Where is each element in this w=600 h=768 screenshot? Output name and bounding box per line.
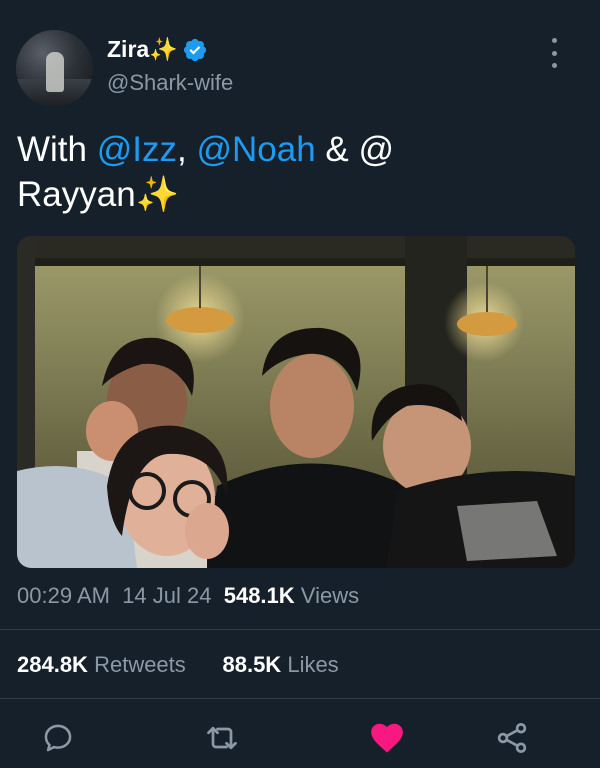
more-options-icon[interactable] (547, 38, 561, 68)
tweet-meta: 00:29 AM 14 Jul 24 548.1K Views (17, 583, 359, 609)
author-display-name[interactable]: Zira (107, 36, 149, 63)
likes-count: 88.5K (222, 652, 282, 677)
tweet-text-line-2: Rayyan (17, 175, 136, 214)
action-bar (0, 716, 600, 760)
heart-filled-icon (371, 723, 403, 753)
like-button[interactable] (367, 718, 407, 758)
share-icon (497, 723, 527, 753)
verified-badge-icon (183, 38, 206, 61)
divider (0, 629, 600, 630)
views-count: 548.1K (223, 583, 295, 608)
sparkles-emoji: ✨ (135, 175, 180, 214)
avatar[interactable] (16, 30, 93, 107)
likes-stat[interactable]: 88.5K Likes (222, 652, 338, 677)
retweets-stat[interactable]: 284.8K Retweets (17, 652, 186, 677)
share-button[interactable] (492, 718, 532, 758)
author-name-row[interactable]: Zira ✨ (107, 36, 208, 63)
tweet-text-sep-2: & @ (315, 130, 394, 169)
avatar-figure (46, 52, 64, 92)
reply-icon (44, 724, 72, 752)
retweet-icon (207, 726, 237, 750)
photo-illustration (17, 236, 575, 568)
tweet-stats: 284.8K Retweets 88.5K Likes (17, 652, 339, 678)
retweet-button[interactable] (202, 718, 242, 758)
tweet-text-sep-1: , (177, 130, 197, 169)
author-handle[interactable]: @Shark-wife (107, 70, 233, 96)
reply-button[interactable] (38, 718, 78, 758)
sparkles-emoji: ✨ (149, 36, 178, 62)
tweet-text: With @Izz, @Noah & @ Rayyan✨ (17, 127, 577, 217)
retweets-label: Retweets (94, 652, 186, 677)
views-label[interactable]: Views (301, 583, 359, 608)
likes-label: Likes (287, 652, 339, 677)
divider (0, 698, 600, 699)
retweets-count: 284.8K (17, 652, 88, 677)
tweet-date: 14 Jul 24 (122, 583, 212, 608)
tweet-text-prefix: With (17, 130, 97, 169)
mention-noah[interactable]: @Noah (196, 130, 315, 169)
mention-izz[interactable]: @Izz (97, 130, 177, 169)
tweet-photo[interactable] (17, 236, 575, 568)
tweet-time: 00:29 AM (17, 583, 110, 608)
